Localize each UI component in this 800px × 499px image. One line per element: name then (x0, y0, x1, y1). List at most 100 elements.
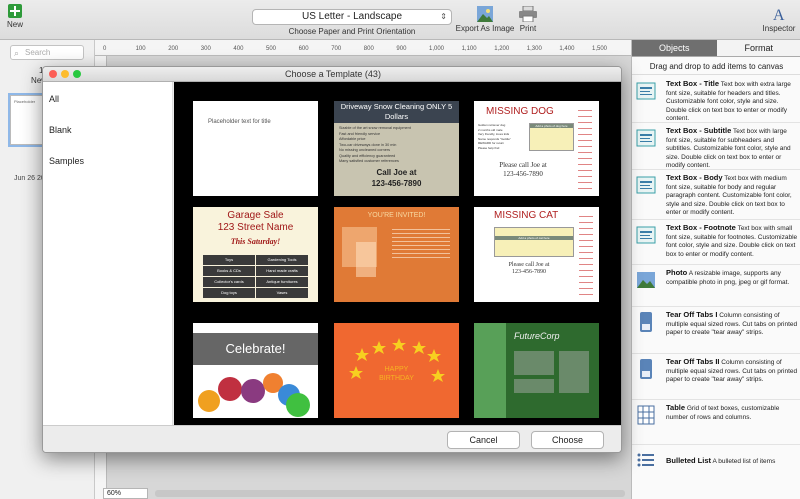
template-phone: 123-456-7890 (371, 179, 422, 188)
template-title: Celebrate! (193, 333, 318, 365)
template-snow-cleaning[interactable]: Driveway Snow Cleaning ONLY 5 Dollars Si… (334, 101, 459, 196)
main-toolbar: New US Letter - Landscape ⇕ Choose Paper… (0, 0, 800, 40)
object-title: Tear Off Tabs I (666, 310, 718, 319)
template-title: MISSING CAT (494, 210, 559, 221)
balloons-icon (198, 373, 310, 417)
template-futurecorp[interactable]: FutureCorp (474, 323, 599, 418)
template-photo-label: Add a photo of dog here (530, 124, 573, 128)
template-call: Please call Joe at (499, 161, 547, 169)
tear-tabs (578, 105, 592, 191)
template-box (514, 351, 554, 375)
object-text-subtitle[interactable]: Text Box - Subtitle Text box with large … (632, 123, 800, 170)
choose-button[interactable]: Choose (531, 431, 604, 449)
ruler-tick-label: 1,400 (559, 46, 575, 52)
zoom-value: 60% (107, 490, 122, 497)
inspector-label: Inspector (762, 24, 796, 33)
font-a-icon: A (773, 7, 785, 22)
textbox-icon (636, 82, 656, 100)
table-cell: Vases (256, 288, 308, 298)
object-title: Bulleted List (666, 456, 712, 465)
template-grid: Placeholder text for title Driveway Snow… (174, 82, 621, 425)
search-icon: ⌕ (14, 48, 20, 58)
textbox-icon (636, 129, 656, 147)
printer-icon (519, 6, 537, 22)
list-item: Please help find (478, 145, 500, 150)
ruler-tick-label: 900 (396, 46, 407, 52)
template-blank-title[interactable]: Placeholder text for title (193, 101, 318, 196)
print-label: Print (519, 24, 537, 33)
category-blank[interactable]: Blank (49, 125, 72, 135)
table-cell: Collector's cards (203, 277, 255, 287)
template-box (514, 379, 554, 393)
dialog-footer: Cancel Choose (43, 425, 621, 452)
object-title: Text Box - Title (666, 79, 720, 88)
object-tear-off-2[interactable]: Tear Off Tabs II Column consisting of mu… (632, 354, 800, 400)
object-photo[interactable]: Photo A resizable image, supports any co… (632, 265, 800, 307)
tab-format[interactable]: Format (716, 40, 800, 56)
template-garage-sale[interactable]: Garage Sale 123 Street Name This Saturda… (193, 207, 318, 302)
object-bulleted-list[interactable]: Bulleted List A bulleted list of items (632, 445, 800, 485)
list-icon (637, 453, 654, 467)
object-text-footnote[interactable]: Text Box - Footnote Text box with small … (632, 220, 800, 265)
ruler-tick-label: 1,000 (429, 46, 445, 52)
minimize-icon[interactable] (61, 70, 69, 78)
template-subtitle: 123 Street Name (217, 222, 294, 233)
template-birthday[interactable]: HAPPY BIRTHDAY (334, 323, 459, 418)
list-item: Many satisfied customer references (339, 159, 399, 163)
template-text: Placeholder text for title (208, 119, 271, 125)
tear-tabs (579, 211, 593, 297)
template-bullets: Sizable of the art snow removal equipmen… (339, 126, 454, 165)
object-desc: A bulleted list of items (712, 458, 776, 465)
ruler-tick-label: 1,500 (592, 46, 608, 52)
object-text-body[interactable]: Text Box - Body Text box with medium fon… (632, 170, 800, 220)
template-decoration (356, 242, 376, 277)
paper-size-select[interactable]: US Letter - Landscape ⇕ (252, 9, 452, 25)
table-cell: Books & CDs (203, 266, 255, 276)
template-call: Call Joe at (376, 168, 417, 177)
table-cell: Dog toys (203, 288, 255, 298)
tab-objects[interactable]: Objects (632, 40, 717, 56)
category-all[interactable]: All (49, 94, 59, 104)
photo-icon (637, 272, 655, 288)
template-missing-cat[interactable]: MISSING CAT Add a photo of cat here Plea… (474, 207, 599, 302)
ruler-tick-label: 500 (266, 46, 277, 52)
table-cell: Gardening Tools (256, 255, 308, 265)
template-missing-dog[interactable]: MISSING DOG Add a photo of dog here Gold… (474, 101, 599, 196)
object-title: Photo (666, 268, 688, 277)
category-samples[interactable]: Samples (49, 156, 84, 166)
dialog-title: Choose a Template (43) (285, 69, 381, 79)
template-title: Garage Sale (227, 210, 284, 221)
template-photo-placeholder: Add a photo of cat here (494, 227, 574, 257)
zoom-icon[interactable] (73, 70, 81, 78)
object-table[interactable]: Table Grid of text boxes, customizable n… (632, 400, 800, 445)
object-title: Tear Off Tabs II (666, 357, 720, 366)
export-image-button[interactable]: Export As Image (455, 6, 515, 33)
ruler-tick-label: 0 (103, 46, 107, 52)
panel-tabs: Objects Format (632, 40, 800, 57)
search-input[interactable]: ⌕ Search (10, 45, 84, 60)
horizontal-scrollbar[interactable] (155, 490, 625, 497)
zoom-select[interactable]: 60% (103, 488, 148, 499)
template-photo-label: Add a photo of cat here (495, 236, 573, 240)
inspector-button[interactable]: A Inspector (760, 6, 798, 33)
template-text-block (392, 229, 450, 259)
template-celebrate[interactable]: Celebrate! (193, 323, 318, 418)
template-call: Please call Joe at (508, 262, 550, 268)
template-box (559, 351, 589, 393)
object-tear-off-1[interactable]: Tear Off Tabs I Column consisting of mul… (632, 307, 800, 354)
objects-panel: Objects Format Drag and drop to add item… (631, 40, 800, 499)
close-icon[interactable] (49, 70, 57, 78)
object-text-title[interactable]: Text Box - Title Text box with extra lar… (632, 76, 800, 123)
print-button[interactable]: Print (514, 6, 542, 33)
textbox-icon (636, 226, 656, 244)
template-invited[interactable]: YOU'RE INVITED! (334, 207, 459, 302)
search-placeholder: Search (25, 48, 51, 57)
ruler-tick-label: 300 (200, 46, 211, 52)
ruler-tick-label: 700 (331, 46, 342, 52)
cancel-button[interactable]: Cancel (447, 431, 520, 449)
new-button[interactable]: New (4, 4, 26, 29)
new-label: New (6, 20, 23, 29)
object-title: Text Box - Footnote (666, 223, 736, 232)
object-title: Text Box - Body (666, 173, 723, 182)
template-title: FutureCorp (514, 331, 560, 341)
